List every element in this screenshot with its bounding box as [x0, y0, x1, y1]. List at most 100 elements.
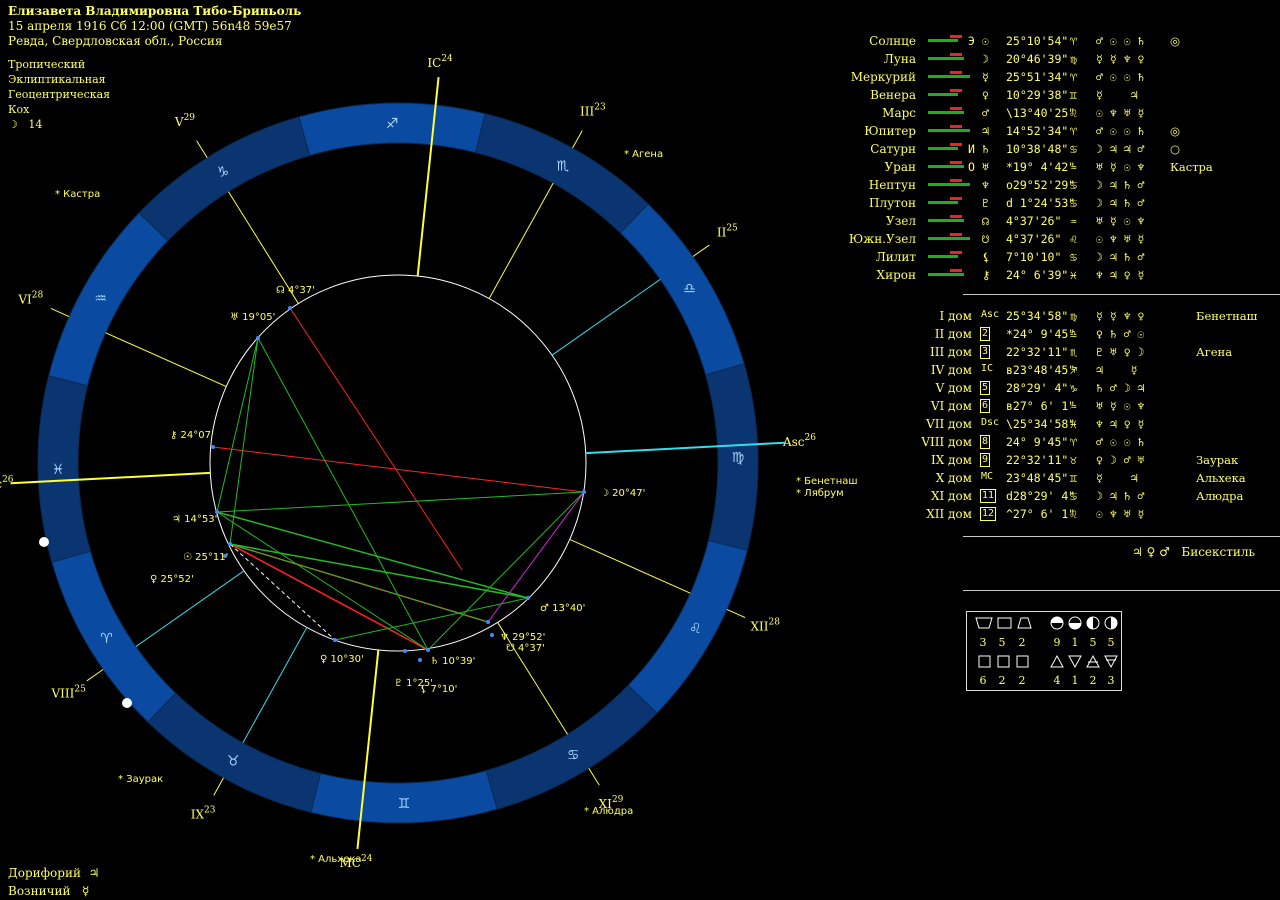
house-row: I дом Asc 25°34'58" ♍ ☿ ☿ ♆ ♀ Бенетнаш [939, 309, 1258, 323]
planet-row: Марс ♂ \13°40'25" ♌ ☉ ♆ ♅ ☿ [882, 106, 1145, 120]
cross-cardinal-icon [975, 617, 993, 629]
houses-table: I дом Asc 25°34'58" ♍ ☿ ☿ ♆ ♀ Бенетнаш II дом 2… [840, 308, 1280, 528]
house-label: V29 [174, 113, 195, 129]
planet-dot [403, 649, 407, 653]
zodiac-ring: ♈ ♉ ♊ ♋ ♌ ♍ ♎ ♏ ♐ ♑ ♒ ♓ [37, 102, 759, 824]
house-cusp-line [105, 332, 227, 387]
zodiac-sign-glyph: ♊ [398, 796, 411, 812]
fixed-star-label: * Лябрум [796, 488, 844, 499]
bisextile-glyphs: ♃ ♀ ♂ [1132, 545, 1170, 559]
planet-dot [582, 490, 586, 494]
planet-dot [228, 542, 232, 546]
planet-dot [288, 306, 292, 310]
house-label: III23 [580, 102, 606, 118]
box-1-icon [978, 655, 991, 668]
element-count: 5 [1089, 636, 1097, 649]
planet-row: Сатурн И ♄ 10°38'48" ♋ ☽ ♃ ♃ ♂ ○ [870, 142, 1181, 156]
element-count: 5 [998, 636, 1006, 649]
zodiac-sign-glyph: ♏ [557, 159, 570, 175]
zodiac-sign-glyph: ♒ [94, 291, 107, 307]
element-count: 9 [1053, 636, 1061, 649]
planet-row: Венера ♀ 10°29'38" ♊ ☿ ♃ [870, 88, 1138, 102]
house-cusp-line [551, 279, 661, 356]
house-row: VII дом Dsc \25°34'58" ♓ ♆ ♃ ♀ ☿ [926, 417, 1145, 431]
house-cusp-line [242, 627, 308, 744]
planet-dot [256, 336, 260, 340]
planet-dot [526, 596, 530, 600]
zodiac-sign-glyph: ♍ [732, 450, 745, 466]
house-label: Asc26 [782, 433, 816, 449]
planet-row: Меркурий ☿ 25°51'34" ♈ ♂ ☉ ☉ ♄ [850, 70, 1145, 84]
house-row: VIII дом 8 24° 9'45" ♈ ♂ ☉ ☉ ♄ [921, 435, 1145, 449]
planet-row: Южн.Узел ☋ 4°37'26" ♌ ☉ ♆ ♅ ☿ [848, 232, 1145, 246]
house-cusp-line [569, 539, 691, 594]
planet-row: Нептун ♆ о29°52'29" ♋ ☽ ♃ ♄ ♂ [868, 178, 1145, 192]
house-row: XI дом 11 d28°29' 4" ♋ ☽ ♃ ♄ ♂ Алюдра [930, 489, 1244, 503]
house-cusp-line [488, 182, 554, 299]
planet-row: Узел ☊ 4°37'26" ♒ ♅ ☿ ☉ ♆ [886, 214, 1145, 228]
planets-table: Солнце Э ☉ 25°10'54" ♈ ♂ ☉ ☉ ♄ ◎ Луна ☽ 20°46'39"… [840, 33, 1280, 293]
zodiac-sign-glyph: ♌ [689, 621, 702, 637]
fixed-star-label: * Агена [624, 149, 663, 160]
planet-point-label: ♀ 10°30' [320, 654, 364, 665]
cross-fixed-icon [997, 617, 1012, 629]
divider-1 [963, 294, 1280, 295]
element-count: 2 [1089, 674, 1097, 687]
element-count: 3 [979, 636, 987, 649]
box-3-icon [1016, 655, 1029, 668]
element-count: 1 [1071, 674, 1079, 687]
planet-row: Юпитер ♃ 14°52'34" ♈ ♂ ☉ ☉ ♄ ◎ [864, 124, 1181, 138]
fixed-star-label: * Альхека [310, 854, 362, 865]
bisextile-row: ♃ ♀ ♂ Бисекстиль [1132, 545, 1255, 559]
planet-dot [333, 638, 337, 642]
house-label: II25 [717, 223, 738, 239]
zodiac-sign-glyph: ♎ [683, 281, 696, 297]
zodiac-sign-glyph: ♈ [100, 631, 113, 647]
planet-row: Луна ☽ 20°46'39" ♍ ☿ ☿ ♆ ♀ [883, 52, 1145, 66]
house-row: XII дом 12 ^27° 6' 1" ♌ ☉ ♆ ♅ ☿ [926, 507, 1145, 521]
element-count: 6 [979, 674, 987, 687]
house-label: XII28 [751, 618, 781, 634]
planet-point-label: ☉ 25°11' [183, 552, 228, 563]
planet-point-label: ♅ 19°05' [230, 312, 275, 323]
planet-dot [418, 658, 422, 662]
planet-point-label: ♇ 1°25' [394, 678, 433, 689]
elements-box: 35291556224123 [966, 611, 1122, 691]
cross-mutable-icon [1017, 617, 1032, 629]
planet-point-label: ☊ 4°37' [276, 285, 315, 296]
house-row: IX дом 9 22°32'11" ♉ ♀ ☽ ♂ ♅ Заурак [930, 453, 1239, 467]
zodiac-sign-glyph: ♉ [227, 753, 240, 769]
planet-dot [426, 648, 430, 652]
zodiac-sign-glyph: ♑ [217, 165, 230, 181]
element-count: 4 [1053, 674, 1061, 687]
divider-2 [963, 536, 1280, 537]
air-icon [1086, 654, 1100, 668]
house-label: Dsc26 [0, 475, 14, 491]
element-count: 3 [1107, 674, 1115, 687]
zodiac-sector [627, 539, 748, 714]
earth-icon [1104, 655, 1118, 669]
planet-dot [211, 445, 215, 449]
planet-point-label: ♄ 10°39' [430, 656, 475, 667]
house-label: VI28 [17, 290, 43, 306]
house-row: X дом MC 23°48'45" ♊ ☿ ♃ Альхека [935, 471, 1246, 485]
element-count: 2 [1018, 674, 1026, 687]
fixed-star-label: * Заурак [118, 774, 163, 785]
planet-row: Хирон ⚷ 24° 6'39" ♓ ♆ ♃ ♀ ☿ [876, 268, 1145, 282]
house-row: II дом 2 *24° 9'45" ♎ ♀ ♄ ♂ ☉ [934, 327, 1145, 341]
planet-point-label: ⚷ 24°07' [170, 430, 214, 441]
house-row: IV дом IC в23°48'45" ♐ ♃ ☿ [930, 363, 1138, 377]
fire-icon [1050, 654, 1064, 668]
house-row: VI дом 6 в27° 6' 1" ♒ ♅ ☿ ☉ ♆ [930, 399, 1145, 413]
planet-point-label: ☽ 20°47' [600, 488, 645, 499]
planet-row: Уран О ♅ *19° 4'42" ♒ ♅ ☿ ☉ ♆ Кастра [884, 160, 1213, 174]
fixed-star-label: * Алюдра [584, 806, 633, 817]
planet-row: Лилит ⚸ 7°10'10" ♋ ☽ ♃ ♄ ♂ [875, 250, 1145, 264]
planet-point-label: ♀ 25°52' [150, 574, 194, 585]
house-row: III дом 3 22°32'11" ♏ ♇ ♅ ♀ ☽ Агена [930, 345, 1233, 359]
element-count: 1 [1071, 636, 1079, 649]
zodiac-sign-glyph: ♋ [567, 747, 580, 763]
ring-marker [39, 537, 49, 547]
planet-point-label: ♂ 13°40' [540, 603, 585, 614]
element-count: 2 [1018, 636, 1026, 649]
